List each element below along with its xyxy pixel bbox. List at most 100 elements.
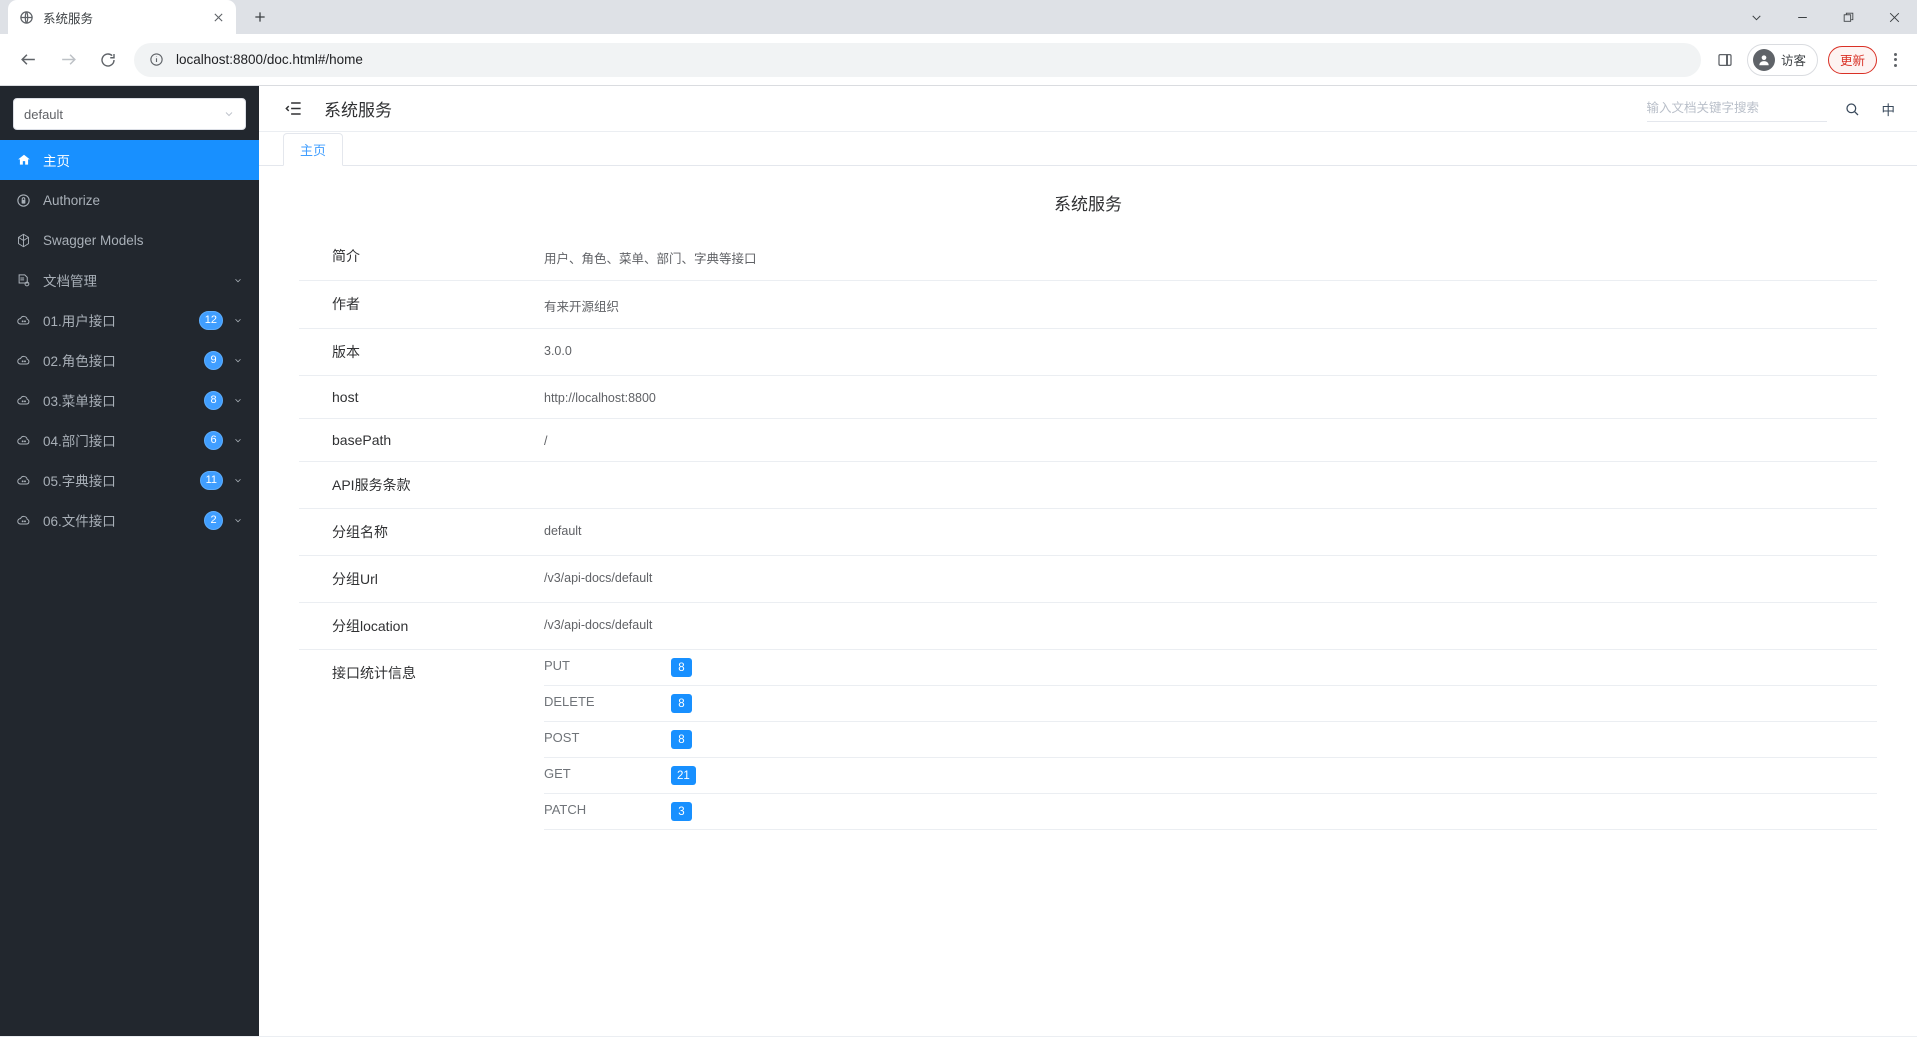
back-arrow-icon[interactable] — [11, 43, 45, 77]
doc-tabs-bar: 主页 — [259, 132, 1917, 166]
chevron-down-icon[interactable] — [233, 275, 243, 286]
row-label: 接口统计信息 — [332, 665, 416, 681]
update-button[interactable]: 更新 — [1827, 45, 1877, 74]
sidebar-item-label: 02.角色接口 — [43, 354, 116, 369]
row-label: 版本 — [332, 344, 360, 360]
status-badge: 8 — [671, 658, 692, 677]
row-label: 分组Url — [332, 571, 378, 587]
info-circle-icon[interactable] — [148, 51, 165, 68]
collapse-menu-icon[interactable] — [283, 99, 303, 119]
new-tab-button[interactable] — [246, 3, 274, 31]
cloud-icon — [15, 392, 32, 408]
table-row: 简介 用户、角色、菜单、部门、字典等接口 — [299, 233, 1877, 281]
kebab-menu-icon[interactable] — [1881, 44, 1909, 76]
window-close-icon[interactable] — [1871, 0, 1917, 34]
chevron-down-icon[interactable] — [233, 315, 243, 326]
close-icon[interactable] — [210, 9, 226, 25]
browser-toolbar-actions: 访客 更新 — [1709, 43, 1909, 76]
stats-cell: PUT 8 DELETE 8 POST 8 GET 21 PATCH 3 — [544, 650, 1877, 831]
sidebar-item-label: 03.菜单接口 — [43, 394, 116, 409]
sidebar-item-home[interactable]: 主页 — [0, 140, 259, 180]
cloud-icon — [15, 512, 32, 528]
chevron-down-icon[interactable] — [233, 475, 243, 486]
sidebar-item-swagger-models[interactable]: Swagger Models — [0, 220, 259, 260]
stats-count-cell: 8 — [671, 686, 1877, 722]
reload-icon[interactable] — [91, 43, 125, 77]
lock-icon — [15, 193, 32, 208]
row-label: 作者 — [332, 296, 360, 312]
row-label: 分组名称 — [332, 524, 388, 540]
stats-method: PUT — [544, 658, 570, 673]
profile-label: 访客 — [1780, 54, 1806, 68]
maximize-icon[interactable] — [1825, 0, 1871, 34]
sidebar-item-role-api[interactable]: 02.角色接口 9 — [0, 340, 259, 380]
side-panel-icon[interactable] — [1709, 44, 1741, 76]
chevron-down-icon — [223, 108, 235, 120]
search-icon[interactable] — [1839, 96, 1865, 122]
address-bar-url: localhost:8800/doc.html#/home — [176, 52, 363, 67]
table-row: API服务条款 — [299, 462, 1877, 509]
table-row: basePath / — [299, 419, 1877, 462]
page-title: 系统服务 — [324, 101, 392, 120]
sidebar-item-badge: 6 — [204, 430, 223, 450]
stats-count-cell: 3 — [671, 794, 1877, 830]
stats-row: PATCH 3 — [544, 794, 1877, 830]
tab-search-icon[interactable] — [1733, 0, 1779, 34]
table-row-stats: 接口统计信息 PUT 8 DELETE 8 POST 8 GET 21 PATC… — [299, 650, 1877, 831]
stats-row: GET 21 — [544, 758, 1877, 794]
language-toggle[interactable]: 中 — [1882, 99, 1896, 119]
minimize-icon[interactable] — [1779, 0, 1825, 34]
stats-row: DELETE 8 — [544, 686, 1877, 722]
tab-home[interactable]: 主页 — [283, 133, 344, 166]
table-row: 作者 有来开源组织 — [299, 281, 1877, 329]
profile-button[interactable]: 访客 — [1746, 43, 1818, 76]
stats-method: PATCH — [544, 802, 587, 817]
row-value: 用户、角色、菜单、部门、字典等接口 — [544, 252, 757, 266]
search-box[interactable] — [1646, 96, 1827, 122]
row-label: API服务条款 — [332, 477, 411, 493]
search-input[interactable] — [1646, 101, 1827, 115]
row-value: 有来开源组织 — [544, 300, 620, 314]
app-topbar: 系统服务 中 — [259, 86, 1917, 132]
cloud-icon — [15, 352, 32, 368]
sidebar-item-authorize[interactable]: Authorize — [0, 180, 259, 220]
chevron-down-icon[interactable] — [233, 355, 243, 366]
row-label: host — [332, 389, 359, 405]
sidebar-item-file-api[interactable]: 06.文件接口 2 — [0, 500, 259, 540]
avatar — [1752, 48, 1775, 71]
main-area: 系统服务 中 主页 系统服务 简介 用户、角色、菜单、部门、字典等接口 — [259, 86, 1917, 1036]
chevron-down-icon[interactable] — [233, 395, 243, 406]
sidebar-item-badge: 11 — [199, 470, 223, 490]
status-badge: 21 — [671, 766, 696, 785]
browser-tab-title: 系统服务 — [43, 11, 94, 26]
forward-arrow-icon[interactable] — [51, 43, 85, 77]
sidebar-item-badge: 12 — [198, 310, 223, 330]
sidebar-item-doc-manage[interactable]: 文档管理 — [0, 260, 259, 300]
sidebar-item-user-api[interactable]: 01.用户接口 12 — [0, 300, 259, 340]
group-select[interactable]: default — [13, 98, 246, 130]
stats-method: GET — [544, 766, 571, 781]
chevron-down-icon[interactable] — [233, 435, 243, 446]
table-row: 分组名称 default — [299, 509, 1877, 556]
browser-tab[interactable]: 系统服务 — [8, 0, 236, 34]
sidebar-item-label: 01.用户接口 — [43, 314, 116, 329]
chevron-down-icon[interactable] — [233, 515, 243, 526]
sidebar-item-label: Authorize — [43, 192, 101, 208]
table-row: 分组location /v3/api-docs/default — [299, 603, 1877, 650]
row-value: default — [544, 524, 582, 538]
stats-table: PUT 8 DELETE 8 POST 8 GET 21 PATCH 3 — [544, 650, 1877, 830]
sidebar-item-label: Swagger Models — [43, 232, 144, 248]
window-controls — [1733, 0, 1917, 34]
status-badge: 3 — [671, 802, 692, 821]
row-value: 3.0.0 — [544, 344, 572, 358]
sidebar-item-menu-api[interactable]: 03.菜单接口 8 — [0, 380, 259, 420]
group-select-container: default — [0, 86, 259, 140]
address-bar[interactable]: localhost:8800/doc.html#/home — [134, 42, 1701, 77]
sidebar-item-dict-api[interactable]: 05.字典接口 11 — [0, 460, 259, 500]
app-root: default 主页 Authorize Swagger Models 文档管理… — [0, 86, 1917, 1036]
status-badge: 8 — [671, 694, 692, 713]
stats-count-cell: 8 — [671, 650, 1877, 686]
stats-count-cell: 21 — [671, 758, 1877, 794]
row-label: basePath — [332, 432, 392, 448]
sidebar-item-dept-api[interactable]: 04.部门接口 6 — [0, 420, 259, 460]
